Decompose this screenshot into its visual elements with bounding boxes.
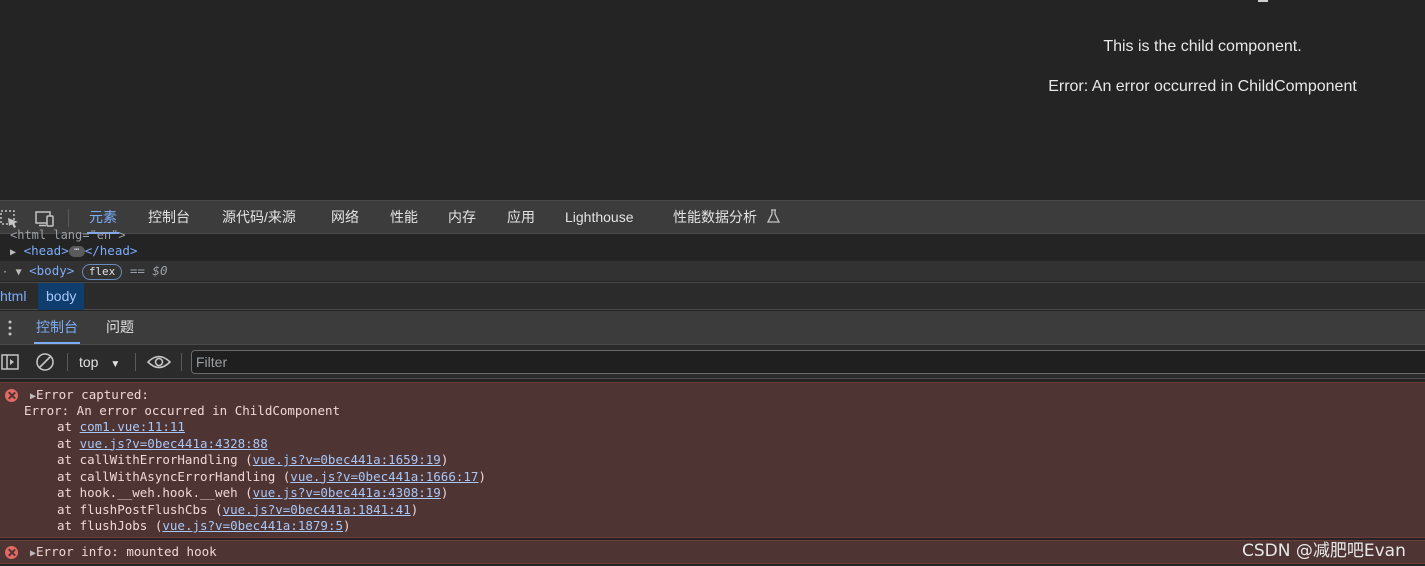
error-info[interactable]: ▶Error info: mounted hook — [30, 544, 217, 560]
tab-performance[interactable]: 性能 — [390, 201, 418, 233]
devtools-tab-bar: 元素 控制台 源代码/来源 网络 性能 内存 应用 Lighthouse 性能数… — [0, 200, 1425, 234]
stack-frame: at callWithErrorHandling (vue.js?v=0bec4… — [57, 452, 448, 468]
head-open-tag: <head> — [23, 243, 69, 258]
tab-performance-insights[interactable]: 性能数据分析 — [673, 201, 780, 233]
stack-frame-function: hook.__weh.hook.__weh ( — [79, 485, 253, 500]
stack-frame-prefix: at — [57, 468, 80, 484]
stack-frame-link[interactable]: vue.js?v=0bec441a:1659:19 — [253, 452, 441, 467]
dot-marker: · — [2, 267, 9, 278]
tab-console[interactable]: 控制台 — [148, 201, 190, 233]
filter-input[interactable] — [191, 350, 1425, 374]
tab-application[interactable]: 应用 — [507, 201, 535, 233]
stack-frame-prefix: at — [57, 485, 80, 500]
error-icon — [5, 546, 18, 559]
stack-frame: at callWithAsyncErrorHandling (vue.js?v=… — [57, 469, 486, 485]
stack-frame-suffix: ) — [410, 501, 419, 517]
live-expression-eye-icon[interactable] — [146, 353, 172, 376]
watermark: CSDN @减肥吧Evan — [1242, 541, 1406, 561]
breadcrumb-body[interactable]: body — [38, 283, 85, 310]
tab-memory[interactable]: 内存 — [448, 201, 476, 233]
stack-frame-link[interactable]: vue.js?v=0bec441a:1879:5 — [162, 518, 343, 533]
stack-frame-link[interactable]: vue.js?v=0bec441a:1666:17 — [290, 469, 478, 484]
stack-frame-link[interactable]: vue.js?v=0bec441a:4308:19 — [253, 485, 441, 500]
stack-frame-link[interactable]: vue.js?v=0bec441a:1841:41 — [223, 502, 411, 517]
error-message-text: Error: An error occurred in ChildCompone… — [1048, 78, 1357, 95]
stack-frame-function: callWithErrorHandling ( — [79, 452, 253, 467]
drawer-tab-issues[interactable]: 问题 — [106, 311, 134, 344]
toolbar-separator — [181, 353, 182, 371]
stack-frame: at vue.js?v=0bec441a:4328:88 — [57, 436, 268, 452]
experiment-flask-icon — [766, 202, 780, 234]
stack-frame: at hook.__weh.hook.__weh (vue.js?v=0bec4… — [57, 485, 448, 501]
toolbar-separator — [135, 353, 136, 371]
tab-performance-insights-label: 性能数据分析 — [673, 209, 757, 225]
inspect-element-icon[interactable] — [0, 208, 20, 228]
chevron-down-icon: ▼ — [110, 359, 121, 370]
stack-frame: at com1.vue:11:11 — [57, 419, 185, 435]
drawer-menu-icon[interactable] — [7, 320, 13, 341]
stack-frame-function: flushPostFlushCbs ( — [79, 501, 223, 517]
console-error-message: ▶Error info: mounted hook — [0, 540, 1425, 564]
error-summary[interactable]: ▶Error captured: — [30, 387, 149, 403]
stack-frame-link[interactable]: com1.vue:11:11 — [80, 419, 185, 434]
tab-sources[interactable]: 源代码/来源 — [222, 201, 296, 233]
stack-frame-prefix: at — [57, 419, 80, 434]
context-selector[interactable]: top ▼ — [79, 345, 120, 379]
console-error-message: ▶Error captured: Error: An error occurre… — [0, 382, 1425, 538]
error-detail: Error: An error occurred in ChildCompone… — [24, 403, 341, 418]
error-summary-text: Error captured: — [36, 387, 149, 402]
stack-frame-link[interactable]: vue.js?v=0bec441a:4328:88 — [80, 436, 268, 451]
body-open-tag: <body> — [29, 263, 75, 278]
text-cursor-mark — [1258, 0, 1268, 2]
stack-frame: at flushJobs (vue.js?v=0bec441a:1879:5) — [57, 518, 351, 534]
drawer-tab-console[interactable]: 控制台 — [34, 311, 80, 344]
tree-node-head[interactable]: ▶ <head> ⋯ </head> — [10, 241, 137, 261]
stack-frame-function: callWithAsyncErrorHandling ( — [79, 468, 291, 484]
clear-console-icon[interactable] — [35, 352, 55, 377]
breadcrumb: html body — [0, 282, 1425, 310]
breadcrumb-html[interactable]: html — [0, 283, 26, 310]
collapsed-ellipsis-icon[interactable]: ⋯ — [68, 246, 85, 257]
stack-frame-prefix: at — [57, 518, 80, 533]
collapse-triangle-icon[interactable]: ▼ — [16, 267, 22, 278]
context-selector-value: top — [79, 354, 99, 370]
stack-frame-function: flushJobs ( — [79, 518, 163, 533]
device-toolbar-icon[interactable] — [35, 208, 55, 228]
toolbar-separator — [67, 353, 68, 371]
console-toolbar: top ▼ — [0, 345, 1425, 379]
head-close-tag: </head> — [84, 243, 138, 258]
selected-element-ref: == $0 — [129, 263, 168, 278]
child-component-text: This is the child component. — [1103, 38, 1302, 55]
sidebar-toggle-icon[interactable] — [1, 353, 19, 376]
drawer-tab-bar: 控制台 问题 — [0, 311, 1425, 345]
clipped-html-tag: <html lang="en"> — [10, 228, 126, 242]
stack-frame-suffix: ) — [478, 468, 486, 484]
stack-frame-suffix: ) — [440, 485, 449, 500]
stack-frame-prefix: at — [57, 501, 80, 517]
error-info-text: Error info: mounted hook — [36, 544, 217, 559]
elements-tree: <html lang="en"> ▶ <head> ⋯ </head> · ▼ <b… — [0, 228, 1425, 282]
stack-frame: at flushPostFlushCbs (vue.js?v=0bec441a:… — [57, 502, 418, 518]
tree-node-body[interactable]: · ▼ <body> flex == $0 — [0, 261, 1425, 281]
error-icon — [5, 389, 18, 402]
flex-badge[interactable]: flex — [81, 263, 123, 280]
toolbar-separator — [68, 209, 69, 227]
tab-network[interactable]: 网络 — [331, 201, 359, 233]
expand-triangle-icon[interactable]: ▶ — [10, 247, 16, 258]
stack-frame-prefix: at — [57, 435, 80, 451]
tab-lighthouse[interactable]: Lighthouse — [565, 201, 634, 233]
stack-frame-suffix: ) — [440, 452, 449, 467]
page-viewport: This is the child component. Error: An e… — [0, 0, 1425, 200]
stack-frame-prefix: at — [57, 452, 80, 467]
console-messages: ▶Error captured: Error: An error occurre… — [0, 380, 1425, 566]
stack-frame-suffix: ) — [343, 518, 351, 533]
